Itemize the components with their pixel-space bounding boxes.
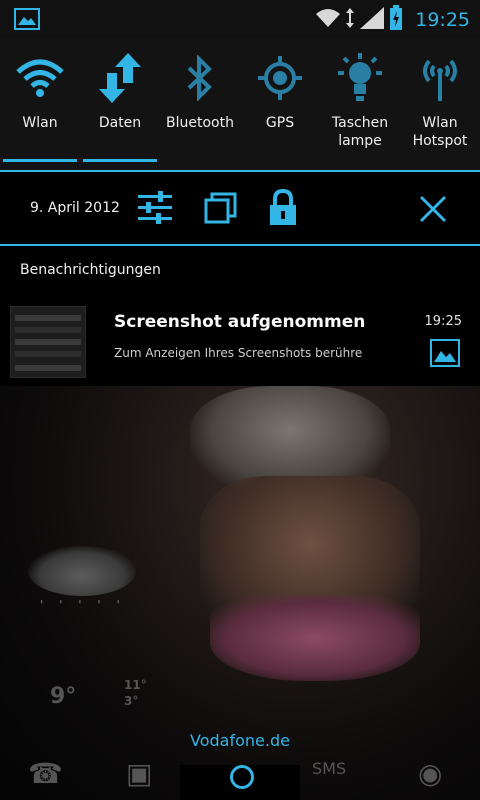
carrier-label: Vodafone.de [190,731,290,750]
toggle-daten[interactable]: Daten [80,38,160,172]
weather-cloud-icon [28,546,136,596]
hotspot-icon [412,50,468,106]
toggle-wlan-hotspot[interactable]: Wlan Hotspot [400,38,480,172]
weather-temp-low: 3° [124,694,139,708]
close-icon[interactable] [418,194,448,228]
gallery-icon [430,339,460,371]
toggle-label: GPS [265,115,295,131]
contacts-icon: ▣ [126,757,153,790]
notification-text: Zum Anzeigen Ihres Screenshots berühre [114,346,363,360]
toggle-indicator [163,159,237,162]
lock-icon[interactable] [268,188,298,231]
status-clock: 19:25 [415,9,470,31]
notification-title: Screenshot aufgenommen [114,312,366,332]
signal-icon [359,6,385,34]
date-bar: 9. April 2012 [0,172,480,244]
toggle-indicator [3,159,77,162]
recent-apps-icon[interactable] [204,189,238,229]
toggle-label: Daten [98,115,142,131]
flashlight-icon [332,50,388,106]
panel-handle[interactable] [230,765,254,789]
toggle-taschenlampe[interactable]: Taschen lampe [320,38,400,172]
gps-icon [252,50,308,106]
toggle-label: Bluetooth [166,115,234,131]
sms-icon: SMS [312,759,347,778]
wifi-icon [315,7,341,33]
settings-sliders-icon[interactable] [138,189,172,229]
screenshot-thumbnail [10,306,86,378]
data-transfer-icon [92,50,148,106]
toggle-indicator [323,159,397,162]
toggle-indicator [403,159,477,162]
rain-drops-icon: ' ' ' ' ' [40,598,126,612]
toggle-wlan[interactable]: Wlan [0,38,80,172]
browser-icon: ◉ [418,757,443,790]
notification-item[interactable]: Screenshot aufgenommen 19:25 Zum Anzeige… [0,294,480,386]
data-arrows-icon [345,7,355,33]
toggle-indicator [243,159,317,162]
bluetooth-icon [172,50,228,106]
toggle-bluetooth[interactable]: Bluetooth [160,38,240,172]
toggle-label: Wlan [22,115,58,131]
toggle-label: Taschen lampe [331,115,389,149]
gallery-icon [14,8,40,34]
weather-temp-main: 9° [50,684,77,709]
wifi-icon [12,50,68,106]
weather-temp-high: 11° [124,678,147,692]
notification-time: 19:25 [424,314,462,329]
wallpaper-figure-pants [210,596,420,681]
quick-settings-panel: Wlan Daten Bluetooth GPS Taschen lampe W… [0,38,480,172]
notifications-title: Benachrichtigungen [20,262,161,278]
toggle-gps[interactable]: GPS [240,38,320,172]
toggle-indicator [83,159,157,162]
status-bar: 19:25 [0,0,480,38]
toggle-label: Wlan Hotspot [412,115,468,149]
date-label: 9. April 2012 [30,200,120,216]
phone-icon: ☎ [28,757,63,790]
notifications-header: Benachrichtigungen [0,246,480,294]
battery-charging-icon [389,5,403,35]
